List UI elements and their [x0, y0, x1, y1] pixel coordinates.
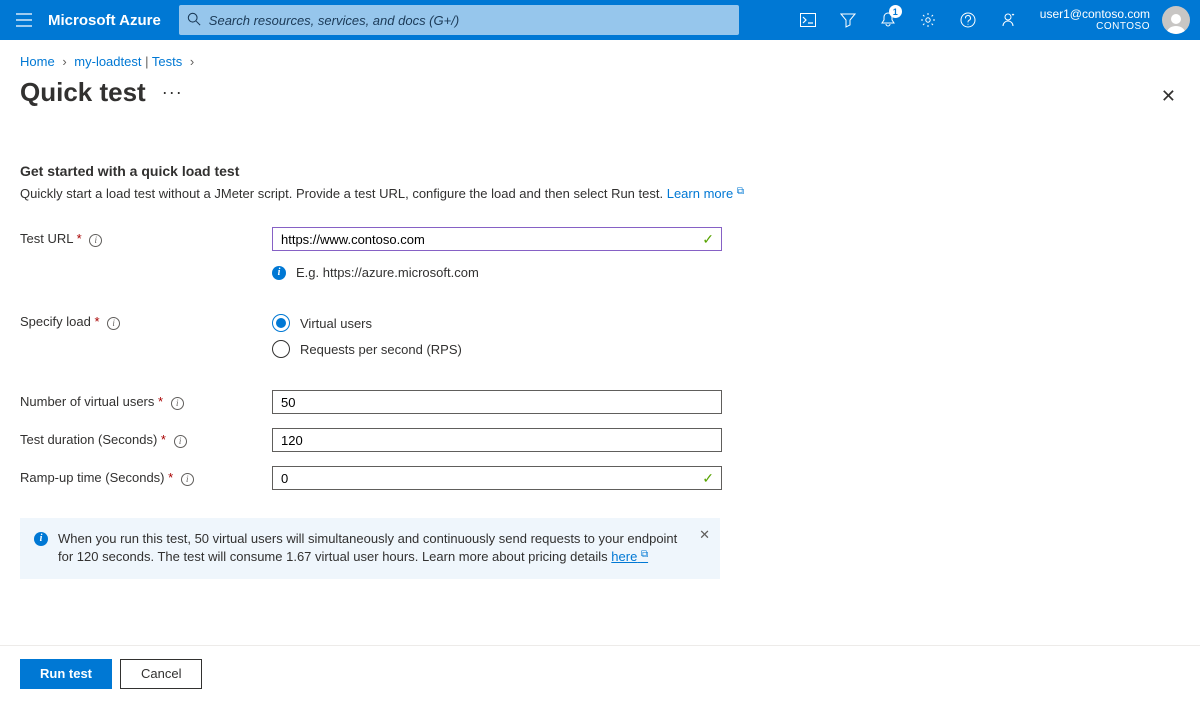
gear-icon	[920, 12, 936, 28]
avatar-icon	[1164, 10, 1188, 34]
hamburger-icon	[16, 13, 32, 27]
external-link-icon: ⧉	[737, 186, 744, 197]
cloud-shell-button[interactable]	[788, 0, 828, 40]
chevron-right-icon: ›	[62, 54, 66, 69]
global-search-input[interactable]	[179, 5, 739, 35]
test-url-hint: E.g. https://azure.microsoft.com	[296, 265, 479, 280]
help-button[interactable]	[948, 0, 988, 40]
chevron-right-icon: ›	[190, 54, 194, 69]
more-actions-button[interactable]: ···	[162, 82, 183, 103]
info-icon[interactable]: i	[89, 234, 102, 247]
learn-more-link[interactable]: Learn more ⧉	[667, 186, 744, 201]
brand-label: Microsoft Azure	[48, 12, 161, 29]
validation-check-icon: ✓	[702, 470, 714, 487]
settings-button[interactable]	[908, 0, 948, 40]
cloud-shell-icon	[800, 13, 816, 27]
duration-input[interactable]	[272, 428, 722, 452]
validation-check-icon: ✓	[702, 231, 714, 248]
avatar[interactable]	[1162, 6, 1190, 34]
breadcrumb-home[interactable]: Home	[20, 54, 55, 69]
footer-bar: Run test Cancel	[0, 645, 1200, 701]
close-blade-button[interactable]: ✕	[1161, 86, 1176, 107]
breadcrumb-subsection[interactable]: Tests	[152, 54, 182, 69]
specify-load-label: Specify load * i	[20, 314, 272, 330]
radio-virtual-users[interactable]: Virtual users	[272, 314, 462, 332]
external-link-icon: ⧉	[641, 549, 648, 560]
num-vu-input[interactable]	[272, 390, 722, 414]
intro-heading: Get started with a quick load test	[20, 163, 920, 179]
test-url-input[interactable]	[272, 227, 722, 251]
info-icon[interactable]: i	[171, 397, 184, 410]
notification-count: 1	[889, 5, 902, 18]
breadcrumb: Home › my-loadtest | Tests ›	[20, 54, 1180, 69]
run-test-button[interactable]: Run test	[20, 659, 112, 689]
test-url-label: Test URL * i	[20, 231, 272, 247]
dismiss-banner-button[interactable]: ✕	[699, 526, 710, 544]
user-tenant: CONTOSO	[1040, 21, 1150, 33]
info-icon[interactable]: i	[181, 473, 194, 486]
duration-label: Test duration (Seconds) * i	[20, 432, 272, 448]
breadcrumb-resource[interactable]: my-loadtest	[74, 54, 141, 69]
pricing-link[interactable]: here ⧉	[611, 549, 648, 564]
search-icon	[187, 12, 201, 26]
hamburger-menu[interactable]	[0, 0, 48, 40]
cancel-button[interactable]: Cancel	[120, 659, 202, 689]
num-vu-label: Number of virtual users * i	[20, 394, 272, 410]
page-title: Quick test	[20, 77, 146, 108]
help-icon	[960, 12, 976, 28]
rampup-label: Ramp-up time (Seconds) * i	[20, 470, 272, 486]
intro-body: Quickly start a load test without a JMet…	[20, 185, 920, 203]
directory-filter-button[interactable]	[828, 0, 868, 40]
global-header: Microsoft Azure 1 user1@contoso.	[0, 0, 1200, 40]
filter-icon	[840, 12, 856, 28]
rampup-input[interactable]	[272, 466, 722, 490]
info-icon[interactable]: i	[174, 435, 187, 448]
notifications-button[interactable]: 1	[868, 0, 908, 40]
pricing-info-banner: i When you run this test, 50 virtual use…	[20, 518, 720, 578]
info-icon[interactable]: i	[107, 317, 120, 330]
account-block[interactable]: user1@contoso.com CONTOSO	[1028, 7, 1158, 33]
radio-rps[interactable]: Requests per second (RPS)	[272, 340, 462, 358]
feedback-icon	[1000, 12, 1016, 28]
info-icon: i	[272, 266, 286, 280]
info-icon: i	[34, 532, 48, 546]
feedback-button[interactable]	[988, 0, 1028, 40]
user-email: user1@contoso.com	[1040, 7, 1150, 21]
